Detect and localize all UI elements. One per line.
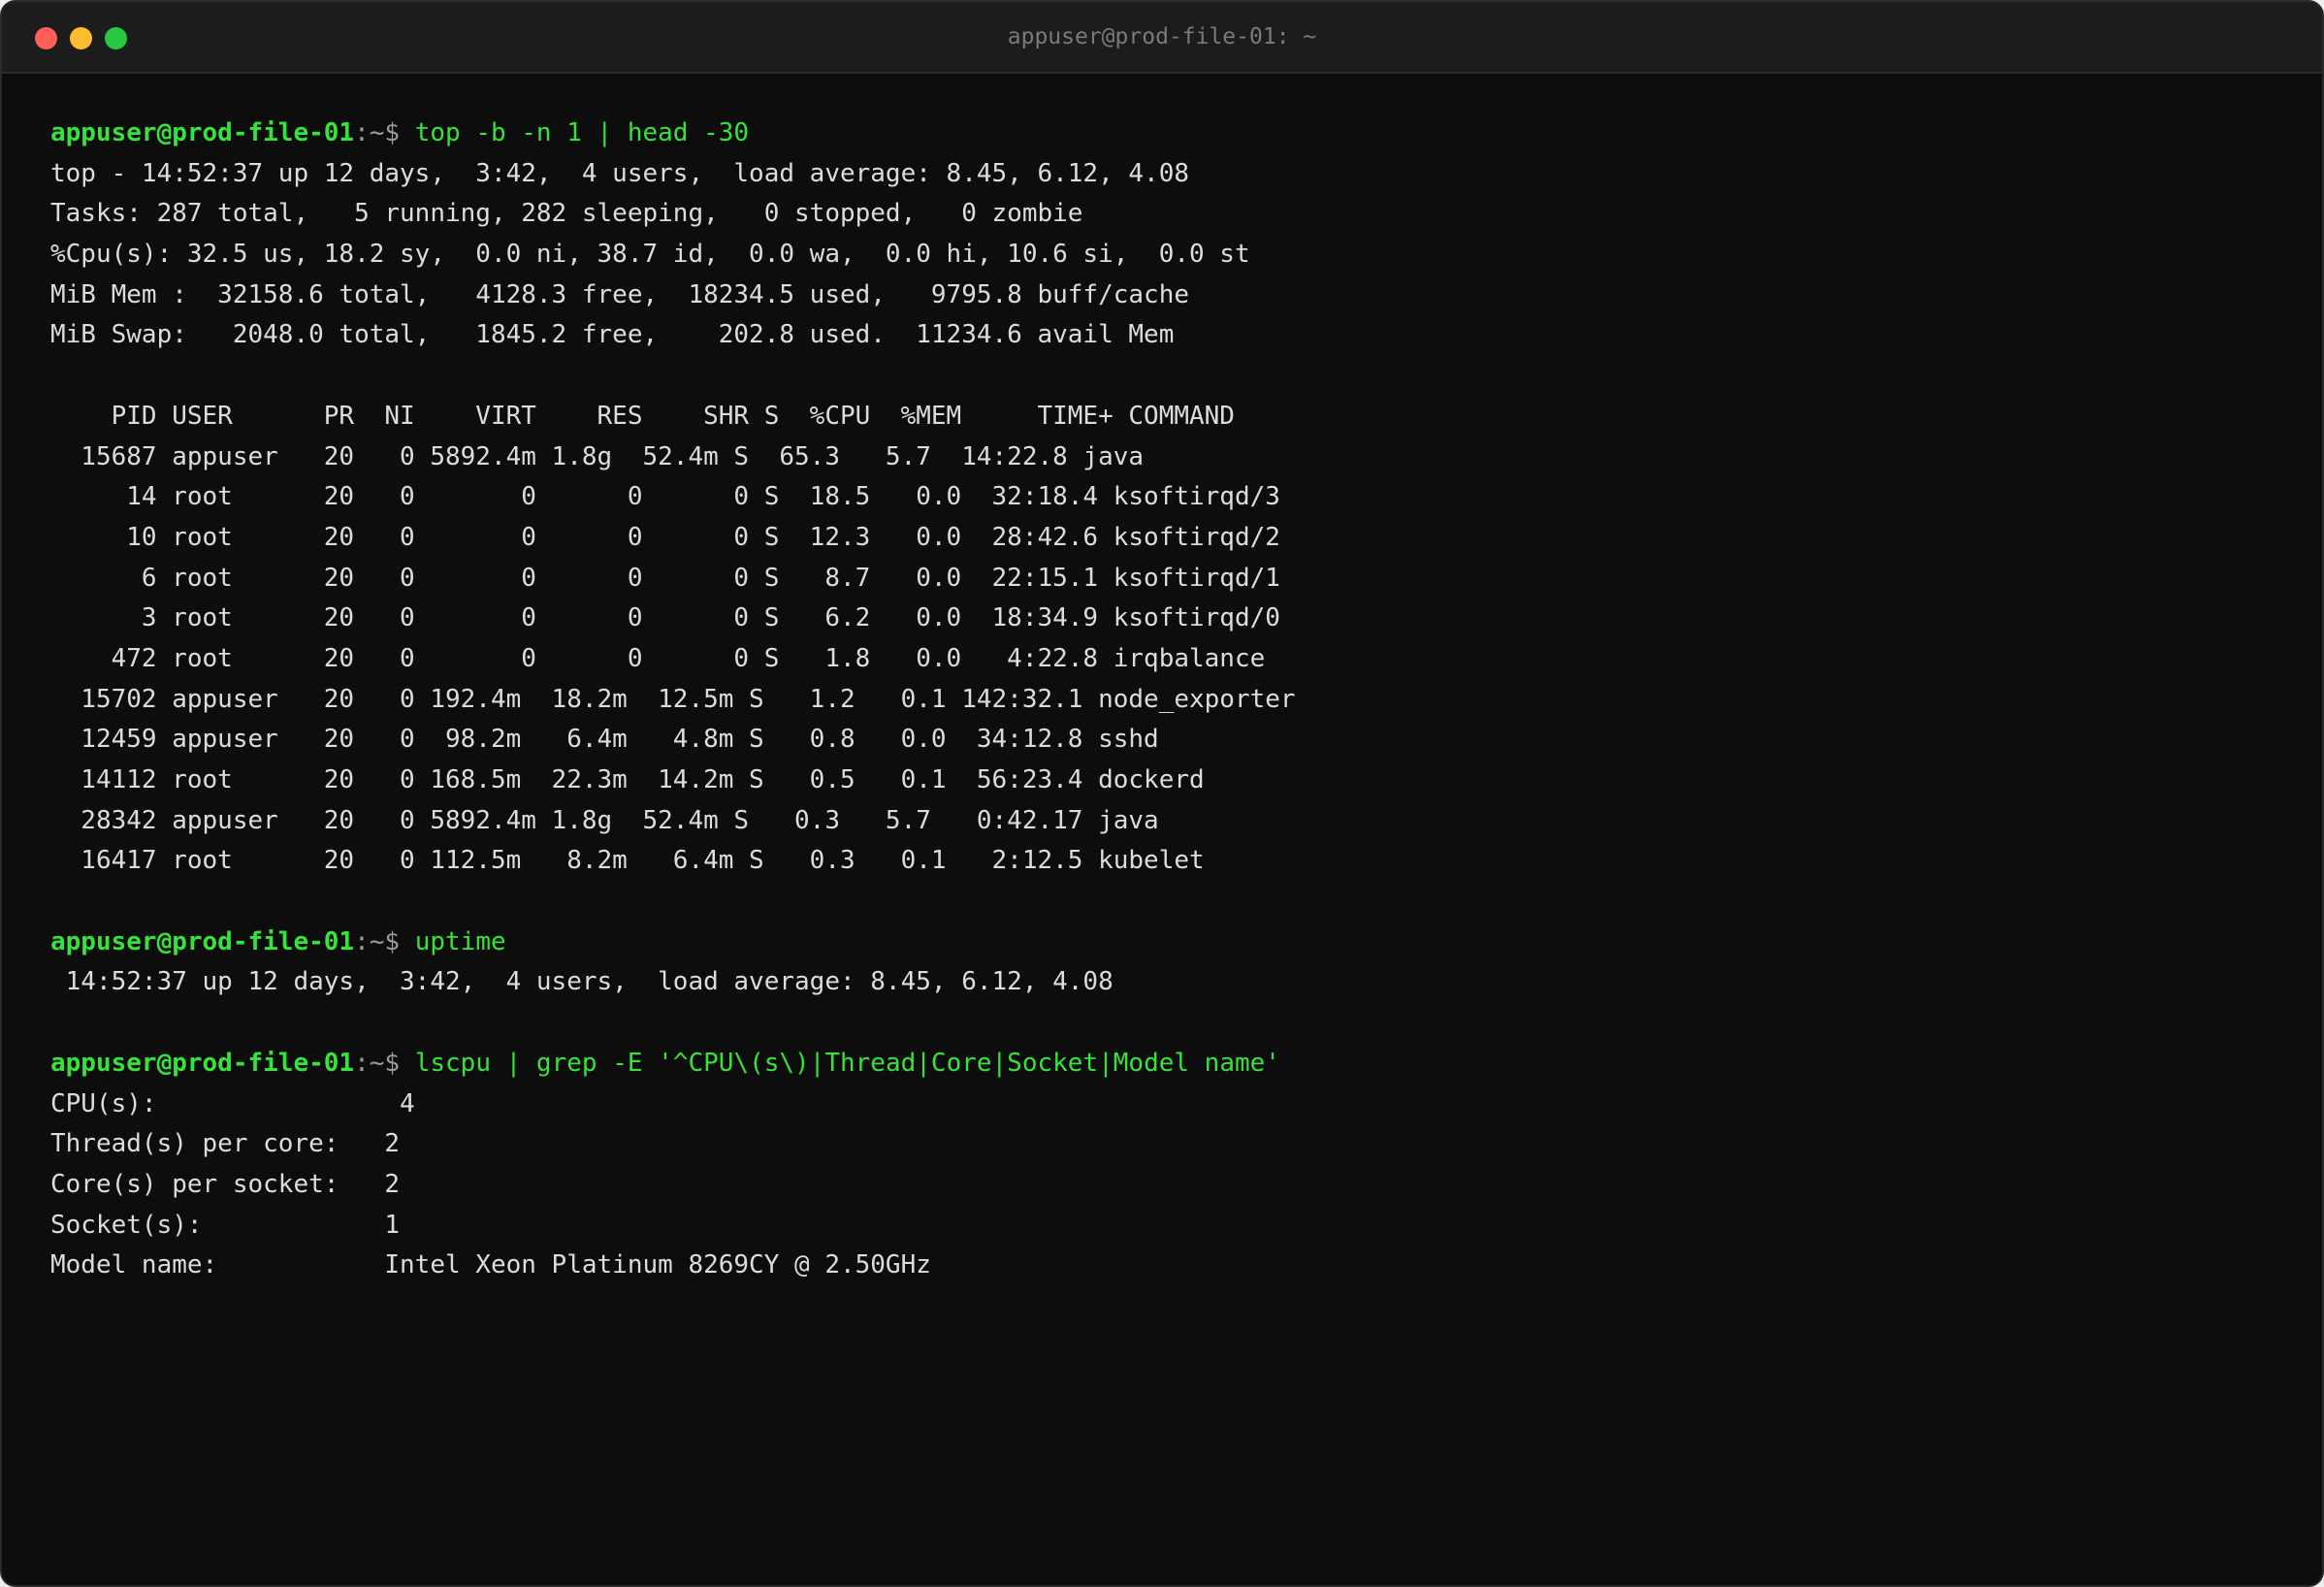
- output-line: CPU(s): 4: [50, 1088, 415, 1118]
- prompt-line: appuser@prod-file-01:~$ lscpu | grep -E …: [50, 1044, 2283, 1085]
- output-line: 6 root 20 0 0 0 0 S 8.7 0.0 22:15.1 ksof…: [50, 563, 1280, 593]
- output-line: 12459 appuser 20 0 98.2m 6.4m 4.8m S 0.8…: [50, 725, 1159, 755]
- command-text: uptime: [414, 926, 506, 956]
- output-line: 3 root 20 0 0 0 0 S 6.2 0.0 18:34.9 ksof…: [50, 603, 1280, 633]
- output-line: %Cpu(s): 32.5 us, 18.2 sy, 0.0 ni, 38.7 …: [50, 240, 1250, 270]
- command-text: lscpu | grep -E '^CPU\(s\)|Thread|Core|S…: [414, 1048, 1280, 1078]
- output-line: Tasks: 287 total, 5 running, 282 sleepin…: [50, 199, 1083, 229]
- output-line: 472 root 20 0 0 0 0 S 1.8 0.0 4:22.8 irq…: [50, 643, 1266, 673]
- output-line: PID USER PR NI VIRT RES SHR S %CPU %MEM …: [50, 401, 1235, 431]
- window-title: appuser@prod-file-01: ~: [1007, 24, 1317, 49]
- terminal-output[interactable]: appuser@prod-file-01:~$ top -b -n 1 | he…: [50, 113, 2283, 1546]
- output-line: 14112 root 20 0 168.5m 22.3m 14.2m S 0.5…: [50, 765, 1205, 794]
- prompt-suffix: :~$: [354, 926, 415, 956]
- output-line: MiB Swap: 2048.0 total, 1845.2 free, 202…: [50, 320, 1175, 350]
- output-line: 10 root 20 0 0 0 0 S 12.3 0.0 28:42.6 ks…: [50, 522, 1280, 552]
- output-line: 28342 appuser 20 0 5892.4m 1.8g 52.4m S …: [50, 805, 1159, 835]
- output-line: Model name: Intel Xeon Platinum 8269CY @…: [50, 1250, 931, 1280]
- output-line: top - 14:52:37 up 12 days, 3:42, 4 users…: [50, 158, 1189, 188]
- output-line: 14:52:37 up 12 days, 3:42, 4 users, load…: [50, 967, 1114, 997]
- output-line: MiB Mem : 32158.6 total, 4128.3 free, 18…: [50, 279, 1189, 309]
- output-line: 16417 root 20 0 112.5m 8.2m 6.4m S 0.3 0…: [50, 846, 1205, 876]
- prompt-host: appuser@prod-file-01: [50, 118, 355, 147]
- command-text: top -b -n 1 | head -30: [414, 118, 750, 147]
- output-line: 15687 appuser 20 0 5892.4m 1.8g 52.4m S …: [50, 441, 1145, 471]
- output-line: Thread(s) per core: 2: [50, 1129, 401, 1159]
- output-line: Core(s) per socket: 2: [50, 1169, 401, 1199]
- prompt-suffix: :~$: [354, 118, 415, 147]
- title-bar: appuser@prod-file-01: ~: [2, 2, 2322, 74]
- output-line: Socket(s): 1: [50, 1210, 401, 1240]
- prompt-line: appuser@prod-file-01:~$ top -b -n 1 | he…: [50, 113, 2283, 154]
- prompt-line: appuser@prod-file-01:~$ uptime: [50, 923, 2283, 963]
- prompt-suffix: :~$: [354, 1048, 415, 1078]
- output-line: 15702 appuser 20 0 192.4m 18.2m 12.5m S …: [50, 684, 1296, 714]
- prompt-host: appuser@prod-file-01: [50, 926, 355, 956]
- prompt-host: appuser@prod-file-01: [50, 1048, 355, 1078]
- terminal-window: appuser@prod-file-01: ~ appuser@prod-fil…: [0, 0, 2324, 1587]
- output-line: 14 root 20 0 0 0 0 S 18.5 0.0 32:18.4 ks…: [50, 482, 1280, 512]
